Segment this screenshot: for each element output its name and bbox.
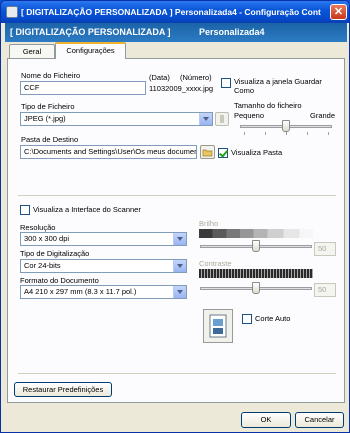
auto-crop-preview bbox=[203, 309, 233, 343]
tab-geral[interactable]: Geral bbox=[9, 44, 55, 59]
file-type-label: Tipo de Ficheiro bbox=[21, 102, 75, 111]
info-icon bbox=[220, 115, 224, 123]
slider-tick bbox=[286, 132, 287, 135]
header-band: [ DIGITALIZAÇÃO PERSONALIZADA ] Personal… bbox=[5, 23, 347, 42]
file-type-select[interactable]: JPEG (*.jpg) bbox=[20, 112, 213, 126]
file-size-slider-thumb[interactable] bbox=[282, 120, 290, 132]
resolution-select[interactable]: 300 x 300 dpi bbox=[20, 232, 187, 246]
app-icon bbox=[6, 6, 18, 18]
header-profile: Personalizada4 bbox=[199, 27, 265, 37]
settings-panel: Nome do Ficheiro (Data) (Número) CCF 110… bbox=[7, 58, 345, 403]
brightness-preview bbox=[199, 229, 313, 238]
date-label: (Data) bbox=[149, 73, 170, 82]
document-size-select[interactable]: A4 210 x 297 mm (8.3 x 11.7 pol.) bbox=[20, 285, 187, 299]
show-scanner-interface-checkbox[interactable] bbox=[20, 205, 30, 215]
dialog-window: [ DIGITALIZAÇÃO PERSONALIZADA ] Personal… bbox=[0, 0, 350, 433]
contrast-preview bbox=[199, 269, 313, 278]
show-scanner-interface-label: Visualiza a Interface do Scanner bbox=[33, 205, 141, 214]
cancel-button[interactable]: Cancelar bbox=[295, 412, 344, 428]
chevron-down-icon[interactable] bbox=[199, 113, 212, 125]
title-bar[interactable]: [ DIGITALIZAÇÃO PERSONALIZADA ] Personal… bbox=[1, 1, 349, 23]
divider bbox=[18, 373, 336, 374]
destination-label: Pasta de Destino bbox=[21, 135, 79, 144]
file-name-example: 11032009_xxxx.jpg bbox=[149, 84, 214, 93]
folder-icon bbox=[202, 149, 213, 157]
show-folder-label: Visualiza Pasta bbox=[231, 148, 283, 157]
resolution-value: 300 x 300 dpi bbox=[24, 234, 70, 243]
header-mode: [ DIGITALIZAÇÃO PERSONALIZADA ] bbox=[10, 27, 171, 37]
document-size-label: Formato do Documento bbox=[20, 276, 99, 285]
show-save-window-label: Visualiza a janela Guardar Como bbox=[234, 77, 322, 95]
file-name-input[interactable]: CCF bbox=[20, 81, 146, 95]
window-title: [ DIGITALIZAÇÃO PERSONALIZADA ] Personal… bbox=[21, 7, 321, 17]
contrast-label: Contraste bbox=[199, 259, 232, 268]
auto-crop-checkbox[interactable] bbox=[242, 314, 252, 324]
restore-defaults-button[interactable]: Restaurar Predefinições bbox=[14, 382, 112, 397]
chevron-down-icon[interactable] bbox=[173, 233, 186, 245]
file-name-label: Nome do Ficheiro bbox=[21, 71, 81, 80]
number-label: (Número) bbox=[180, 73, 212, 82]
brightness-value[interactable]: 50 bbox=[314, 242, 336, 256]
show-save-window-checkbox[interactable] bbox=[221, 78, 231, 88]
slider-tick bbox=[328, 132, 329, 135]
scan-type-select[interactable]: Cor 24-bits bbox=[20, 259, 187, 273]
file-size-max-label: Grande bbox=[310, 111, 336, 120]
slider-tick bbox=[265, 132, 266, 135]
close-button[interactable]: ✕ bbox=[330, 4, 347, 20]
chevron-down-icon[interactable] bbox=[173, 286, 186, 298]
divider bbox=[18, 195, 336, 196]
contrast-slider-thumb[interactable] bbox=[252, 282, 260, 294]
auto-crop-label: Corte Auto bbox=[255, 314, 291, 323]
destination-input[interactable]: C:\Documents and Settings\User\Os meus d… bbox=[20, 145, 197, 159]
slider-tick bbox=[244, 132, 245, 135]
brightness-slider-thumb[interactable] bbox=[252, 240, 260, 252]
file-size-help-button[interactable] bbox=[215, 112, 229, 126]
tab-configuracoes[interactable]: Configurações bbox=[55, 42, 126, 59]
scan-type-label: Tipo de Digitalização bbox=[20, 249, 90, 258]
ok-button[interactable]: OK bbox=[241, 412, 291, 428]
contrast-value[interactable]: 50 bbox=[314, 283, 336, 297]
browse-folder-button[interactable] bbox=[200, 145, 215, 159]
brightness-label: Brilho bbox=[199, 219, 219, 228]
document-size-value: A4 210 x 297 mm (8.3 x 11.7 pol.) bbox=[24, 287, 137, 296]
slider-tick bbox=[307, 132, 308, 135]
file-size-label: Tamanho do ficheiro bbox=[234, 101, 302, 110]
resolution-label: Resolução bbox=[20, 223, 56, 232]
document-scan-icon bbox=[209, 314, 227, 338]
show-folder-checkbox[interactable] bbox=[218, 148, 228, 158]
chevron-down-icon[interactable] bbox=[173, 260, 186, 272]
file-type-value: JPEG (*.jpg) bbox=[24, 114, 66, 123]
scan-type-value: Cor 24-bits bbox=[24, 261, 61, 270]
file-size-min-label: Pequeno bbox=[234, 111, 265, 120]
